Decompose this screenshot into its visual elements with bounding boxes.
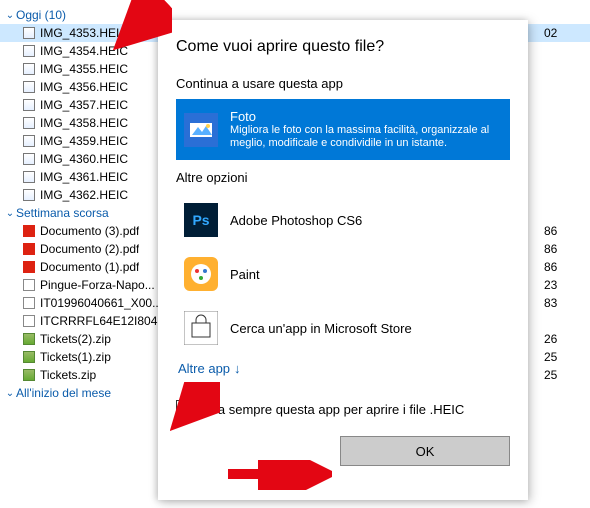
file-meta: 25 [544,368,584,382]
file-icon [22,189,36,201]
file-name: IMG_4361.HEIC [40,170,128,184]
file-name: IMG_4358.HEIC [40,116,128,130]
app-option[interactable]: Ps Adobe Photoshop CS6 [176,193,510,247]
always-use-checkbox[interactable] [176,400,194,418]
file-meta: 25 [544,350,584,364]
file-icon [22,63,36,75]
file-icon [22,351,36,363]
group-label: All'inizio del mese [16,386,111,400]
app-option[interactable]: Paint [176,247,510,301]
store-icon [184,311,218,345]
group-label: Settimana scorsa [16,206,109,220]
file-name: Documento (3).pdf [40,224,139,238]
file-icon [22,297,36,309]
file-icon [22,99,36,111]
file-meta: 83 [544,296,584,310]
file-name: IMG_4353.HEIC [40,26,128,40]
file-icon [22,171,36,183]
more-apps-label: Altre app [178,361,230,376]
app-name: Foto [230,109,490,124]
file-name: Documento (1).pdf [40,260,139,274]
file-meta: 26 [544,332,584,346]
file-meta: 86 [544,224,584,238]
file-name: IMG_4354.HEIC [40,44,128,58]
file-name: IT01996040661_X00... [40,296,162,310]
paint-icon [184,257,218,291]
file-icon [22,27,36,39]
file-name: IMG_4357.HEIC [40,98,128,112]
app-option-foto[interactable]: Foto Migliora le foto con la massima fac… [176,99,510,160]
other-options-label: Altre opzioni [176,170,510,185]
file-icon [22,153,36,165]
file-icon [22,45,36,57]
file-icon [22,135,36,147]
app-desc: Migliora le foto con la massima facilità… [230,124,490,150]
ps-icon: Ps [184,203,218,237]
file-name: IMG_4356.HEIC [40,80,128,94]
file-name: IMG_4362.HEIC [40,188,128,202]
file-icon [22,315,36,327]
app-name: Paint [230,267,260,282]
file-name: Tickets.zip [40,368,96,382]
chevron-down-icon: ⌄ [4,208,16,219]
group-label: Oggi (10) [16,8,66,22]
file-icon [22,369,36,381]
foto-icon [184,113,218,147]
app-option[interactable]: Cerca un'app in Microsoft Store [176,301,510,355]
file-icon [22,333,36,345]
more-apps-link[interactable]: Altre app ↓ [176,355,510,382]
app-name: Cerca un'app in Microsoft Store [230,321,412,336]
file-icon [22,279,36,291]
chevron-down-icon: ⌄ [4,10,16,21]
open-with-dialog: Come vuoi aprire questo file? Continua a… [158,20,528,500]
chevron-down-icon: ↓ [234,361,241,376]
dialog-title: Come vuoi aprire questo file? [176,38,510,56]
file-icon [22,261,36,273]
file-name: IMG_4355.HEIC [40,62,128,76]
file-name: ITCRRRFL64E12I804... [40,314,167,328]
file-name: IMG_4360.HEIC [40,152,128,166]
file-name: Pingue-Forza-Napo... [40,278,155,292]
file-icon [22,81,36,93]
file-name: Tickets(1).zip [40,350,111,364]
file-meta: 86 [544,260,584,274]
file-icon [22,243,36,255]
svg-text:Ps: Ps [192,212,209,228]
file-name: IMG_4359.HEIC [40,134,128,148]
file-icon [22,225,36,237]
always-use-label: Usa sempre questa app per aprire i file … [202,402,464,417]
file-name: Documento (2).pdf [40,242,139,256]
app-name: Adobe Photoshop CS6 [230,213,362,228]
ok-button[interactable]: OK [340,436,510,466]
chevron-down-icon: ⌄ [4,388,16,399]
continue-using-label: Continua a usare questa app [176,76,510,91]
file-icon [22,117,36,129]
file-meta: 02 [544,26,584,40]
file-meta: 23 [544,278,584,292]
file-name: Tickets(2).zip [40,332,111,346]
file-meta: 86 [544,242,584,256]
